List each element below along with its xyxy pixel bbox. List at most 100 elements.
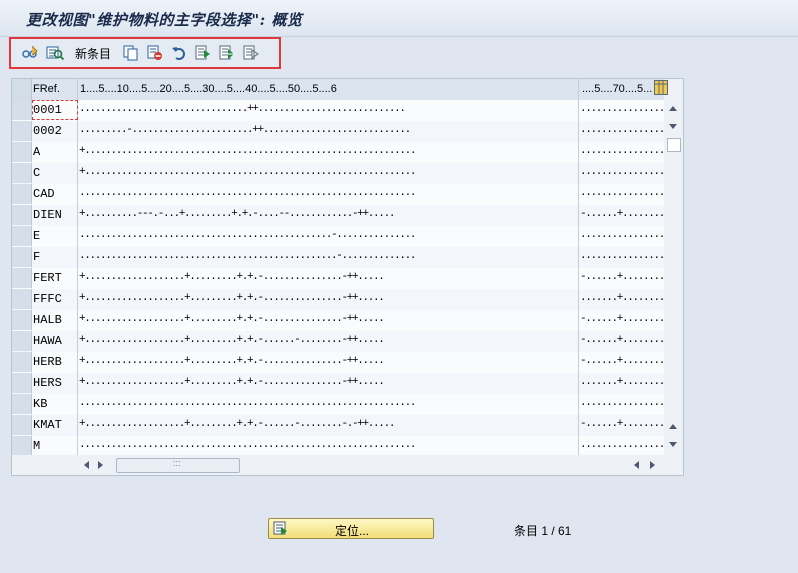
scroll-up-icon[interactable] — [669, 106, 677, 111]
field-selection-cell-continued[interactable]: -......+........ — [580, 313, 664, 325]
field-selection-cell[interactable]: +...................+.........+.+.-.....… — [79, 334, 557, 346]
deselect-all-icon[interactable] — [242, 44, 260, 62]
scroll-left-icon[interactable] — [84, 461, 89, 469]
fref-cell[interactable]: FFFC — [33, 292, 62, 306]
table-row[interactable]: C +......................................… — [12, 163, 664, 185]
scroll-page-down-icon[interactable] — [669, 442, 677, 447]
field-selection-cell[interactable]: ........................................… — [79, 397, 557, 409]
position-button[interactable]: 定位... — [268, 518, 434, 539]
select-all-column-handle[interactable] — [12, 79, 32, 100]
table-row[interactable]: M.......................................… — [12, 436, 664, 455]
field-selection-cell-continued[interactable]: ................ — [580, 103, 664, 115]
field-selection-cell-continued[interactable]: -......+........ — [580, 355, 664, 367]
fref-cell[interactable]: KMAT — [33, 418, 62, 432]
field-selection-cell[interactable]: .........-.......................++.....… — [79, 124, 557, 136]
field-selection-cell-continued[interactable]: .......+........ — [580, 292, 664, 304]
field-selection-cell-continued[interactable]: ................ — [580, 229, 664, 241]
table-row[interactable]: HAWA +...................+.........+.+.-.… — [12, 331, 664, 353]
field-selection-cell[interactable]: ........................................… — [79, 250, 557, 262]
field-selection-cell-continued[interactable]: ................ — [580, 166, 664, 178]
field-selection-cell-continued[interactable]: ................ — [580, 397, 664, 409]
horizontal-scrollbar[interactable]: ::: — [78, 457, 664, 473]
table-row[interactable]: HERB +...................+.........+.+.-.… — [12, 352, 664, 374]
row-selector[interactable] — [12, 352, 32, 372]
row-selector[interactable] — [12, 415, 32, 435]
field-selection-cell-continued[interactable]: ................ — [580, 124, 664, 136]
field-selection-cell-continued[interactable]: ................ — [580, 250, 664, 262]
column-header-positions-1[interactable]: 1....5....10....5....20....5....30....5.… — [80, 83, 337, 95]
new-entries-button[interactable]: 新条目 — [73, 44, 113, 62]
fref-cell[interactable]: A — [33, 145, 40, 159]
field-selection-cell-continued[interactable]: -......+........ — [580, 418, 664, 430]
table-row[interactable]: F.......................................… — [12, 247, 664, 269]
row-selector[interactable] — [12, 373, 32, 393]
field-selection-cell[interactable]: ........................................… — [79, 439, 557, 451]
row-selector[interactable] — [12, 394, 32, 414]
row-selector[interactable] — [12, 226, 32, 246]
table-row[interactable]: HALB +...................+.........+.+.-.… — [12, 310, 664, 332]
field-selection-cell[interactable]: +...................+.........+.+.-.....… — [79, 376, 557, 388]
field-selection-cell[interactable]: +...................+.........+.+.-.....… — [79, 271, 557, 283]
fref-cell[interactable]: 0001 — [33, 103, 62, 117]
table-row[interactable]: E.......................................… — [12, 226, 664, 248]
select-block-icon[interactable] — [218, 44, 236, 62]
field-selection-cell[interactable]: ........................................… — [79, 229, 557, 241]
glasses-edit-icon[interactable] — [20, 44, 40, 62]
delete-icon[interactable] — [146, 44, 164, 62]
fref-cell[interactable]: C — [33, 166, 40, 180]
field-selection-cell-continued[interactable]: ................ — [580, 187, 664, 199]
row-selector[interactable] — [12, 100, 32, 120]
field-selection-cell[interactable]: +...................+.........+.+.-.....… — [79, 313, 557, 325]
fref-cell[interactable]: HERS — [33, 376, 62, 390]
table-row[interactable]: A +......................................… — [12, 142, 664, 164]
copy-icon[interactable] — [122, 44, 140, 62]
fref-cell[interactable]: KB — [33, 397, 47, 411]
table-row[interactable]: CAD.....................................… — [12, 184, 664, 206]
fref-cell[interactable]: HALB — [33, 313, 62, 327]
scroll-page-up-icon[interactable] — [669, 424, 677, 429]
fref-cell[interactable]: DIEN — [33, 208, 62, 222]
fref-cell[interactable]: F — [33, 250, 40, 264]
table-row[interactable]: KMAT +...................+.........+.+.-.… — [12, 415, 664, 437]
horizontal-scroll-thumb[interactable]: ::: — [116, 458, 240, 473]
fref-cell[interactable]: E — [33, 229, 40, 243]
table-settings-icon[interactable] — [654, 80, 668, 97]
undo-icon[interactable] — [170, 44, 188, 62]
row-selector[interactable] — [12, 289, 32, 309]
field-selection-cell-continued[interactable]: -......+........ — [580, 208, 664, 220]
field-selection-cell-continued[interactable]: .......+........ — [580, 376, 664, 388]
fref-cell[interactable]: CAD — [33, 187, 55, 201]
scroll-down-icon[interactable] — [669, 124, 677, 129]
row-selector[interactable] — [12, 142, 32, 162]
field-selection-cell-continued[interactable]: ................ — [580, 145, 664, 157]
field-selection-cell[interactable]: +...................+.........+.+.-.....… — [79, 355, 557, 367]
table-row[interactable]: FERT +...................+.........+.+.-.… — [12, 268, 664, 290]
field-selection-cell[interactable]: +...................+.........+.+.-.....… — [79, 418, 557, 430]
field-selection-cell-continued[interactable]: -......+........ — [580, 271, 664, 283]
row-selector[interactable] — [12, 310, 32, 330]
field-selection-cell[interactable]: +..........---.-...+.........+.+.-....--… — [79, 208, 557, 220]
row-selector[interactable] — [12, 163, 32, 183]
scroll-right-end-icon[interactable] — [650, 461, 655, 469]
column-header-fref[interactable]: FRef. — [33, 83, 60, 95]
field-selection-cell[interactable]: +.......................................… — [79, 166, 557, 178]
field-selection-cell[interactable]: +.......................................… — [79, 145, 557, 157]
vertical-scrollbar[interactable] — [666, 100, 682, 454]
display-detail-icon[interactable] — [45, 44, 65, 62]
table-row[interactable]: FFFC +...................+.........+.+.-.… — [12, 289, 664, 311]
table-row[interactable]: 0001 ................................++..… — [12, 100, 664, 122]
row-selector[interactable] — [12, 121, 32, 141]
row-selector[interactable] — [12, 268, 32, 288]
field-selection-cell[interactable]: ........................................… — [79, 187, 557, 199]
vertical-scroll-thumb[interactable] — [667, 138, 681, 152]
field-selection-cell[interactable]: ................................++......… — [79, 103, 557, 115]
fref-cell[interactable]: FERT — [33, 271, 62, 285]
scroll-left-end-icon[interactable] — [634, 461, 639, 469]
table-row[interactable]: DIEN +..........---.-...+.........+.+.-..… — [12, 205, 664, 227]
row-selector[interactable] — [12, 331, 32, 351]
table-row[interactable]: KB......................................… — [12, 394, 664, 416]
select-all-icon[interactable] — [194, 44, 212, 62]
fref-cell[interactable]: M — [33, 439, 40, 453]
table-row[interactable]: HERS +...................+.........+.+.-.… — [12, 373, 664, 395]
table-row[interactable]: 0002 .........-.......................++.… — [12, 121, 664, 143]
